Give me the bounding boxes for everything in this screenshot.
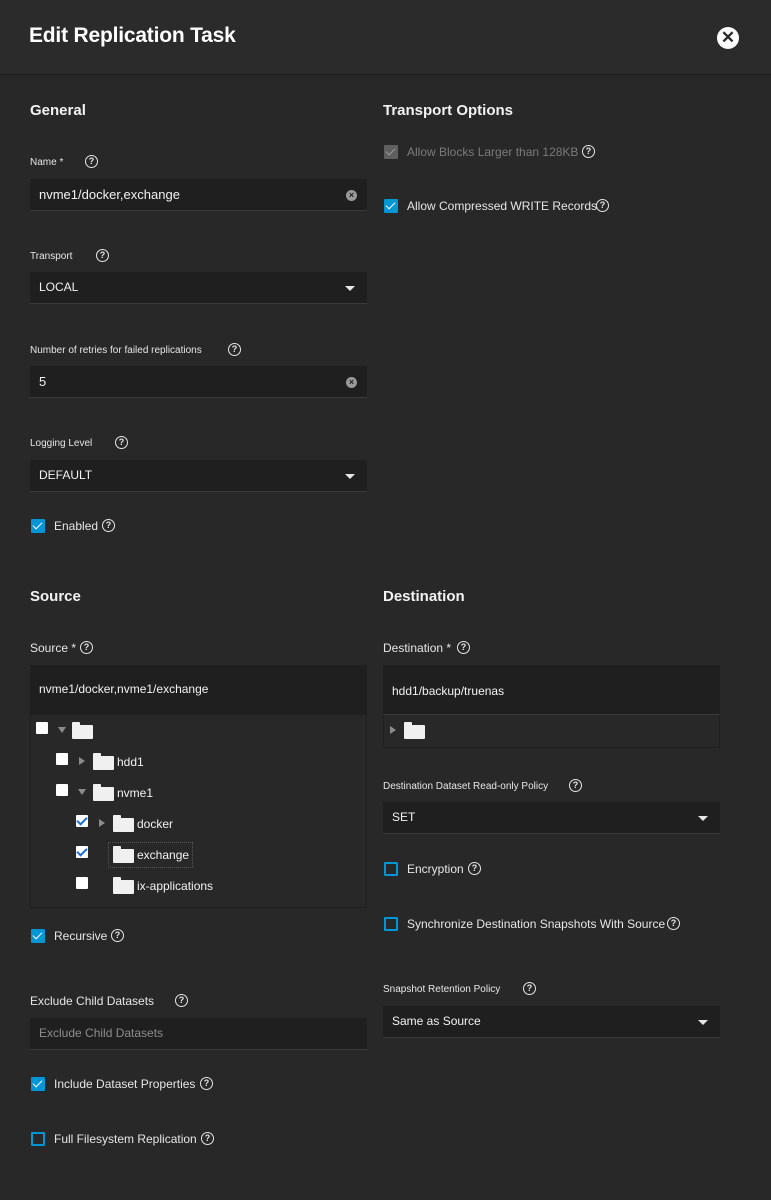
sync-snapshots-label: Synchronize Destination Snapshots With S…: [407, 917, 666, 931]
destination-label: Destination *: [383, 641, 452, 655]
enabled-label: Enabled: [54, 519, 99, 533]
help-icon[interactable]: ?: [228, 343, 241, 356]
name-label: Name *: [30, 157, 64, 168]
tree-root-checkbox[interactable]: [36, 722, 48, 734]
source-input[interactable]: nvme1/docker,nvme1/exchange: [30, 665, 367, 715]
transport-value: LOCAL: [39, 280, 79, 294]
tree-nvme1-checkbox[interactable]: [56, 784, 68, 796]
logging-select[interactable]: DEFAULT: [30, 460, 367, 492]
readonly-policy-value: SET: [392, 810, 416, 824]
compressed-checkbox[interactable]: [384, 199, 398, 213]
help-icon[interactable]: ?: [96, 249, 109, 262]
destination-value: hdd1/backup/truenas: [392, 684, 505, 698]
sync-snapshots-checkbox[interactable]: [384, 917, 398, 931]
tree-node-nvme1[interactable]: nvme1: [117, 786, 153, 800]
retries-input[interactable]: 5 ×: [30, 366, 367, 398]
help-icon[interactable]: ?: [200, 1077, 213, 1090]
general-heading: General: [30, 102, 86, 119]
chevron-down-icon: [698, 1020, 708, 1025]
source-value: nvme1/docker,nvme1/exchange: [39, 682, 209, 696]
exclude-input[interactable]: Exclude Child Datasets: [30, 1018, 367, 1050]
folder-icon: [404, 722, 425, 739]
help-icon[interactable]: ?: [667, 917, 680, 930]
chevron-down-icon: [345, 474, 355, 479]
exclude-placeholder: Exclude Child Datasets: [39, 1026, 164, 1040]
encryption-checkbox[interactable]: [384, 862, 398, 876]
help-icon[interactable]: ?: [457, 641, 470, 654]
clear-icon[interactable]: ×: [346, 377, 357, 388]
encryption-label: Encryption: [407, 862, 464, 876]
destination-heading: Destination: [383, 588, 465, 605]
retries-label: Number of retries for failed replication…: [30, 345, 202, 356]
enabled-checkbox[interactable]: [31, 519, 45, 533]
full-fs-label: Full Filesystem Replication: [54, 1132, 197, 1146]
folder-icon: [93, 753, 114, 770]
help-icon[interactable]: ?: [596, 199, 609, 212]
tree-node-ix-applications[interactable]: ix-applications: [137, 879, 213, 893]
include-props-checkbox[interactable]: [31, 1077, 45, 1091]
large-blocks-checkbox: [384, 145, 398, 159]
transport-label: Transport: [30, 251, 73, 262]
recursive-checkbox[interactable]: [31, 929, 45, 943]
include-props-label: Include Dataset Properties: [54, 1077, 196, 1091]
help-icon[interactable]: ?: [582, 145, 595, 158]
transport-select[interactable]: LOCAL: [30, 272, 367, 304]
folder-icon: [72, 722, 93, 739]
retention-select[interactable]: Same as Source: [383, 1006, 720, 1038]
compressed-label: Allow Compressed WRITE Records: [407, 199, 598, 213]
tree-ix-applications-checkbox[interactable]: [76, 877, 88, 889]
expand-arrow-icon[interactable]: [79, 757, 85, 765]
help-icon[interactable]: ?: [80, 641, 93, 654]
logging-label: Logging Level: [30, 438, 93, 449]
help-icon[interactable]: ?: [85, 155, 98, 168]
help-icon[interactable]: ?: [523, 982, 536, 995]
tree-node-docker[interactable]: docker: [137, 817, 173, 831]
expand-arrow-icon[interactable]: [99, 819, 105, 827]
dialog-header: Edit Replication Task ✕: [0, 0, 771, 75]
exclude-label: Exclude Child Datasets: [30, 994, 155, 1008]
clear-icon[interactable]: ×: [346, 190, 357, 201]
help-icon[interactable]: ?: [175, 994, 188, 1007]
close-icon[interactable]: ✕: [717, 27, 739, 49]
large-blocks-label: Allow Blocks Larger than 128KB: [407, 145, 579, 159]
expand-arrow-icon[interactable]: [390, 726, 396, 734]
tree-exchange-checkbox[interactable]: [76, 846, 88, 858]
source-heading: Source: [30, 588, 81, 605]
destination-input[interactable]: hdd1/backup/truenas: [383, 665, 720, 715]
dialog-title: Edit Replication Task: [29, 24, 236, 47]
recursive-label: Recursive: [54, 929, 108, 943]
help-icon[interactable]: ?: [569, 779, 582, 792]
chevron-down-icon: [345, 286, 355, 291]
retention-label: Snapshot Retention Policy: [383, 984, 501, 995]
tree-node-exchange[interactable]: exchange: [137, 848, 189, 862]
tree-hdd1-checkbox[interactable]: [56, 753, 68, 765]
readonly-policy-label: Destination Dataset Read-only Policy: [383, 781, 549, 792]
help-icon[interactable]: ?: [102, 519, 115, 532]
folder-icon: [113, 815, 134, 832]
help-icon[interactable]: ?: [201, 1132, 214, 1145]
help-icon[interactable]: ?: [468, 862, 481, 875]
chevron-down-icon: [698, 816, 708, 821]
expand-arrow-icon[interactable]: [78, 789, 86, 795]
folder-icon: [93, 784, 114, 801]
folder-icon: [113, 877, 134, 894]
readonly-policy-select[interactable]: SET: [383, 802, 720, 834]
retention-value: Same as Source: [392, 1014, 481, 1028]
tree-docker-checkbox[interactable]: [76, 815, 88, 827]
name-input[interactable]: nvme1/docker,exchange ×: [30, 179, 367, 211]
help-icon[interactable]: ?: [115, 436, 128, 449]
help-icon[interactable]: ?: [111, 929, 124, 942]
tree-node-hdd1[interactable]: hdd1: [117, 755, 144, 769]
full-fs-checkbox[interactable]: [31, 1132, 45, 1146]
expand-arrow-icon[interactable]: [58, 727, 66, 733]
source-label: Source *: [30, 641, 77, 655]
transport-options-heading: Transport Options: [383, 102, 514, 119]
logging-value: DEFAULT: [39, 468, 93, 482]
folder-icon: [113, 846, 134, 863]
name-value: nvme1/docker,exchange: [39, 187, 180, 202]
retries-value: 5: [39, 374, 47, 389]
